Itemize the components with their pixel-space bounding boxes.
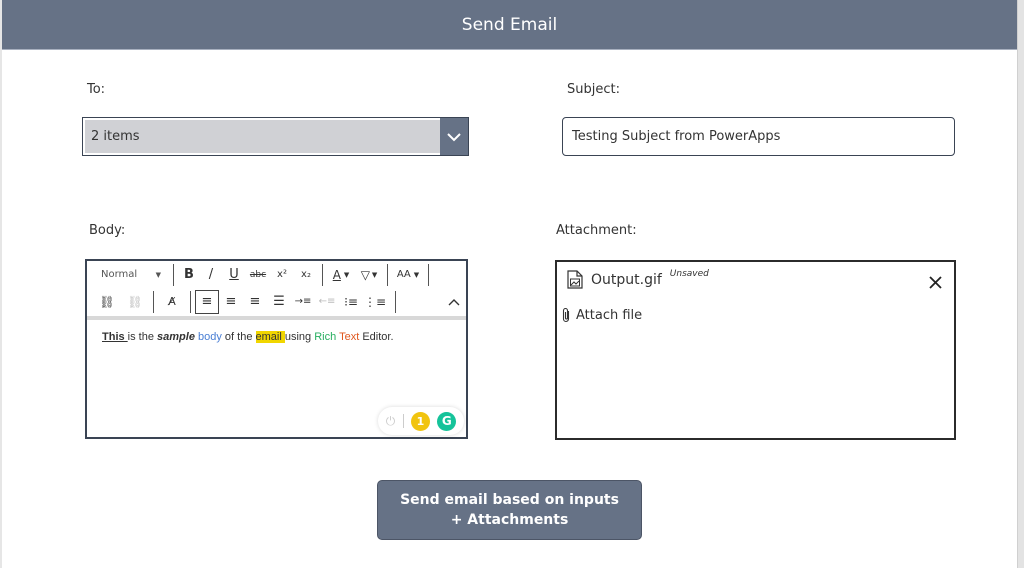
outdent-icon: ←≡ [318, 296, 336, 307]
indent-icon: →≡ [294, 296, 312, 307]
grammarly-issue-count[interactable]: 1 [410, 411, 430, 431]
attachment-status: Unsaved [669, 268, 709, 279]
grammarly-logo-icon[interactable]: G [437, 411, 457, 431]
subject-label: Subject: [567, 82, 620, 97]
align-right-icon: ≡ [249, 294, 261, 309]
attachment-file-name[interactable]: Output.gif [591, 272, 662, 288]
to-dropdown-button[interactable] [440, 118, 468, 155]
outdent-button[interactable]: ←≡ [315, 290, 339, 314]
italic-icon: / [208, 267, 214, 282]
text-plain: is the [127, 331, 158, 343]
toolbar-separator [322, 263, 323, 286]
text-blue: body [198, 331, 222, 343]
body-label: Body: [89, 223, 126, 238]
format-select[interactable]: Normal ▼ [87, 263, 167, 287]
scrollbar[interactable] [1017, 0, 1024, 568]
text-bold-italic: sample [157, 331, 195, 343]
toolbar-separator [173, 263, 174, 286]
editor-content[interactable]: This is the sample body of the email usi… [102, 331, 394, 343]
align-right-button[interactable]: ≡ [243, 290, 267, 314]
page-header: Send Email [2, 0, 1017, 50]
format-select-value: Normal [101, 269, 138, 280]
toolbar-row-1: Normal ▼ B / U abc x² x₂ A ▼ ▽ ▼ AA ▼ [87, 261, 433, 288]
send-email-button[interactable]: Send email based on inputs + Attachments [377, 480, 642, 540]
text-orange: Text [339, 331, 360, 343]
to-label: To: [87, 82, 106, 97]
toolbar-separator [387, 263, 388, 286]
close-icon [929, 276, 942, 289]
toolbar-separator [395, 290, 396, 313]
link-icon: ⛓ [99, 294, 115, 309]
image-file-icon [567, 270, 583, 289]
unlink-button[interactable]: ⛓ [121, 290, 149, 314]
font-color-button[interactable]: A ▼ [327, 263, 355, 287]
left-edge [0, 0, 2, 568]
superscript-button[interactable]: x² [270, 263, 294, 287]
indent-button[interactable]: →≡ [291, 290, 315, 314]
strikethrough-icon: abc [249, 269, 267, 280]
to-combobox[interactable]: 2 items [82, 117, 469, 156]
text-plain: using [284, 331, 315, 343]
align-justify-button[interactable]: ☰ [267, 290, 291, 314]
highlight-color-button[interactable]: ▽ ▼ [355, 263, 383, 287]
align-left-icon: ≡ [201, 294, 213, 309]
attach-file-label: Attach file [576, 307, 643, 323]
power-icon[interactable]: ⏻ [386, 414, 396, 429]
text-plain: of the [221, 331, 256, 343]
text-plain: Editor. [359, 331, 394, 343]
align-justify-icon: ☰ [273, 294, 285, 309]
grammarly-widget: ⏻ 1 G [378, 407, 464, 435]
rich-text-editor[interactable]: Normal ▼ B / U abc x² x₂ A ▼ ▽ ▼ AA ▼ ⛓ ⛓ A… [85, 259, 468, 439]
attachment-item[interactable]: Output.gif Unsaved [567, 268, 709, 289]
text-green: Rich [314, 331, 337, 343]
bold-button[interactable]: B [178, 263, 200, 287]
subject-input[interactable]: Testing Subject from PowerApps [562, 117, 955, 156]
toolbar-separator [428, 263, 429, 286]
text-underlined: This [102, 331, 128, 343]
highlight-icon: ▽ [360, 267, 370, 282]
toolbar-separator [153, 290, 154, 313]
clear-format-icon: A̸ [168, 295, 176, 308]
chevron-up-icon [448, 298, 460, 305]
underline-icon: U [229, 267, 239, 282]
caret-down-icon: ▼ [343, 270, 350, 279]
unlink-icon: ⛓ [127, 294, 143, 309]
superscript-icon: x² [277, 269, 287, 280]
collapse-toolbar-button[interactable] [440, 290, 468, 314]
font-size-icon: AA [396, 269, 411, 280]
caret-down-icon: ▼ [413, 270, 420, 279]
attachments-control: Output.gif Unsaved Attach file [555, 260, 956, 440]
align-center-button[interactable]: ≡ [219, 290, 243, 314]
page-title: Send Email [461, 14, 558, 35]
toolbar-divider [87, 316, 466, 320]
subscript-icon: x₂ [301, 269, 311, 280]
clear-format-button[interactable]: A̸ [158, 290, 186, 314]
caret-down-icon: ▼ [371, 270, 378, 279]
toolbar-separator [190, 290, 191, 313]
italic-button[interactable]: / [200, 263, 222, 287]
bullet-list-button[interactable]: ⁝≡ [339, 290, 363, 314]
chevron-down-icon [447, 132, 461, 141]
numbered-list-button[interactable]: ⋮≡ [363, 290, 387, 314]
link-button[interactable]: ⛓ [93, 290, 121, 314]
toolbar-row-2: ⛓ ⛓ A̸ ≡ ≡ ≡ ☰ →≡ ←≡ ⁝≡ ⋮≡ [87, 288, 468, 315]
caret-down-icon: ▼ [155, 270, 161, 279]
numbered-list-icon: ⋮≡ [363, 294, 387, 309]
align-left-button[interactable]: ≡ [195, 289, 219, 314]
subscript-button[interactable]: x₂ [294, 263, 318, 287]
align-center-icon: ≡ [225, 294, 237, 309]
paperclip-icon [562, 307, 570, 323]
remove-attachment-button[interactable] [929, 270, 942, 294]
grammarly-separator [402, 414, 404, 428]
attach-file-link[interactable]: Attach file [562, 307, 642, 323]
font-color-icon: A [332, 267, 341, 282]
text-highlighted: email [255, 331, 285, 343]
to-selected-value[interactable]: 2 items [85, 120, 440, 153]
underline-button[interactable]: U [222, 263, 246, 287]
bullet-list-icon: ⁝≡ [344, 294, 358, 309]
font-size-button[interactable]: AA ▼ [392, 263, 424, 287]
bold-icon: B [184, 267, 194, 282]
attachment-label: Attachment: [556, 223, 637, 238]
strikethrough-button[interactable]: abc [246, 263, 270, 287]
